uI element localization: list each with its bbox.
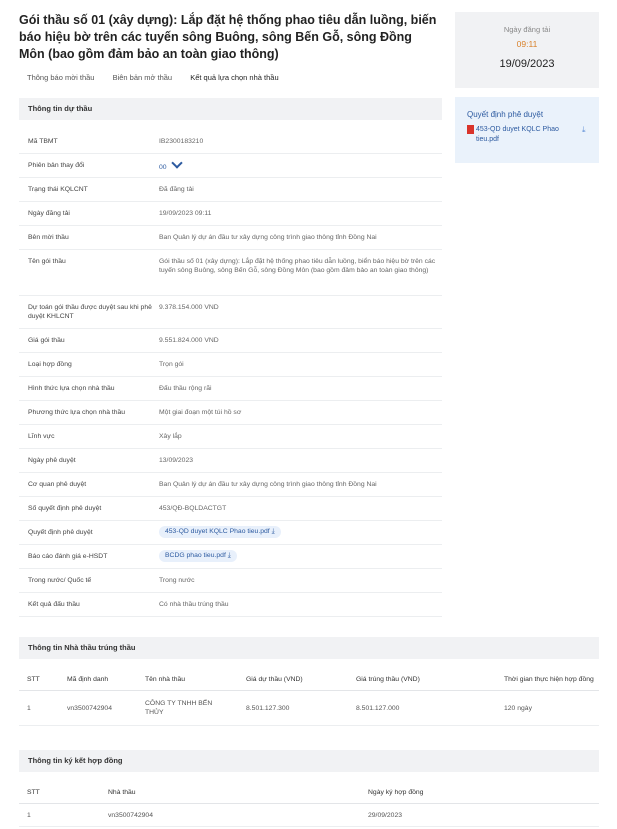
info-row: Kết quả đấu thầu Có nhà thầu trúng thầu (19, 593, 442, 617)
page-title: Gói thầu số 01 (xây dựng): Lắp đặt hệ th… (19, 13, 437, 61)
chevron-down-icon[interactable] (170, 157, 183, 169)
tab-selection-result[interactable]: Kết quả lựa chọn nhà thầu (190, 73, 278, 82)
info-row: Trạng thái KQLCNT Đã đăng tải (19, 178, 442, 202)
tab-bar: Thông báo mời thầu Biên bản mở thầu Kết … (27, 73, 295, 82)
table-row: 1 vn3500742904 29/09/2023 (19, 803, 599, 827)
version-select[interactable]: 00 (159, 164, 167, 171)
info-row: Ngày phê duyệt 13/09/2023 (19, 449, 442, 473)
decision-file-name[interactable]: 453-QD duyet KQLC Phao tieu.pdf (476, 125, 576, 145)
posted-label: Ngày đăng tải (503, 25, 551, 34)
winner-table: STT Mã định danh Tên nhà thầu Giá dự thầ… (19, 668, 599, 726)
pdf-file-icon (467, 125, 474, 134)
download-icon[interactable]: ⤓ (228, 552, 231, 559)
info-row: Lĩnh vực Xây lắp (19, 425, 442, 449)
decision-file-chip[interactable]: 453-QD duyet KQLC Phao tieu.pdf ⤓ (159, 526, 281, 538)
info-row: Phương thức lựa chọn nhà thầu Một giai đo… (19, 401, 442, 425)
contract-heading: Thông tin ký kết hợp đồng (19, 750, 599, 772)
info-row: Dự toán gói thầu được duyệt sau khi phê … (19, 296, 442, 329)
info-row: Mã TBMT IB2300183210 (19, 130, 442, 154)
info-row: Giá gói thầu 9.551.824.000 VND (19, 329, 442, 353)
table-header-row: STT Mã định danh Tên nhà thầu Giá dự thầ… (19, 668, 599, 691)
info-row: Tên gói thầu Gói thầu số 01 (xây dựng): L… (19, 250, 442, 296)
posted-date: 19/09/2023 (499, 58, 555, 70)
bid-info-list: Mã TBMT IB2300183210 Phiên bản thay đổi 00… (19, 130, 442, 617)
decision-heading: Quyết định phê duyệt (467, 110, 544, 119)
info-row: Số quyết định phê duyệt 453/QĐ-BQLDACTGT (19, 497, 442, 521)
table-row: 1 vn3500742904 CÔNG TY TNHH BẾN THỦY 8.5… (19, 690, 599, 726)
info-row: Trong nước/ Quốc tế Trong nước (19, 569, 442, 593)
winner-heading: Thông tin Nhà thầu trúng thầu (19, 637, 599, 659)
posted-date-box: Ngày đăng tải 09:11 19/09/2023 (455, 12, 599, 88)
download-icon[interactable]: ⤓ (582, 125, 586, 135)
contract-table: STT Nhà thầu Ngày ký hợp đồng 1 vn350074… (19, 781, 599, 827)
info-row: Báo cáo đánh giá e-HSDT BCDG phao tieu.pd… (19, 545, 442, 569)
decision-file-link[interactable]: 453-QD duyet KQLC Phao tieu.pdf ⤓ (467, 125, 599, 145)
info-row: Hình thức lựa chọn nhà thầu Đấu thầu rộng… (19, 377, 442, 401)
info-row: Cơ quan phê duyệt Ban Quản lý dự án đầu t… (19, 473, 442, 497)
info-row: Loại hợp đồng Trọn gói (19, 353, 442, 377)
info-row: Bên mời thầu Ban Quản lý dự án đầu tư xây… (19, 226, 442, 250)
tab-invitation[interactable]: Thông báo mời thầu (27, 73, 94, 82)
posted-time: 09:11 (516, 39, 538, 49)
report-file-chip[interactable]: BCDG phao tieu.pdf ⤓ (159, 550, 237, 562)
info-row: Phiên bản thay đổi 00 (19, 154, 442, 178)
info-row: Ngày đăng tải 19/09/2023 09:11 (19, 202, 442, 226)
table-header-row: STT Nhà thầu Ngày ký hợp đồng (19, 781, 599, 804)
download-icon[interactable]: ⤓ (272, 528, 275, 535)
tab-opening-report[interactable]: Biên bản mở thầu (113, 73, 173, 82)
bid-info-heading: Thông tin dự thầu (19, 98, 442, 120)
decision-panel: Quyết định phê duyệt 453-QD duyet KQLC P… (455, 97, 599, 163)
info-row: Quyết định phê duyệt 453-QD duyet KQLC Ph… (19, 521, 442, 545)
